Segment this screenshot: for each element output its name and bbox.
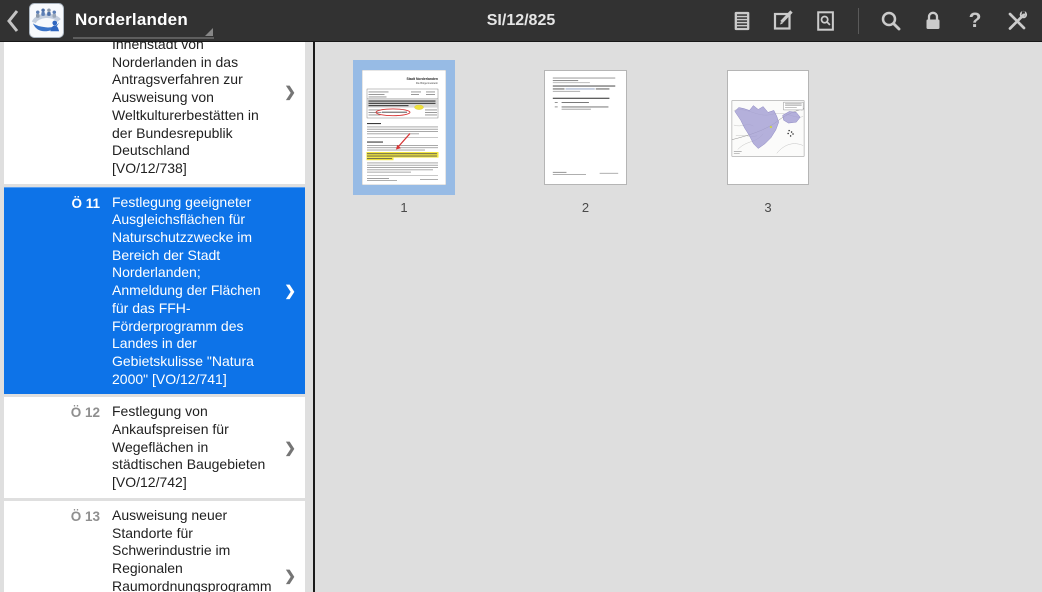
document-search-icon[interactable] xyxy=(814,9,838,33)
agenda-item-vo-12-742[interactable]: Ö 12 Festlegung von Ankaufspreisen für W… xyxy=(4,397,305,498)
chevron-right-icon: ❯ xyxy=(284,83,296,100)
back-chevron-icon xyxy=(7,9,19,32)
map-legend xyxy=(783,101,804,111)
page1-header-text: Stadt Norderlanden xyxy=(407,77,438,81)
action-bar-buttons: ? xyxy=(730,7,1042,34)
action-bar: Norderlanden SI/12/825 ? xyxy=(0,0,1042,42)
agenda-item-text: Festlegung geeigneter Ausgleichsflächen … xyxy=(112,193,261,387)
agenda-item-number xyxy=(4,42,104,178)
page-thumbnail-3: 3 xyxy=(727,60,809,215)
page-thumbnail-2: 2 xyxy=(544,60,627,215)
page-3-preview[interactable] xyxy=(727,70,809,185)
page1-subheader-text: Die Bürgermeisterin xyxy=(416,82,439,85)
chevron-right-icon: ❯ xyxy=(284,567,296,584)
agenda-item-number: Ö 11 xyxy=(71,195,100,211)
search-icon[interactable] xyxy=(879,9,903,33)
app-logo-icon[interactable] xyxy=(29,3,64,38)
page-number-label: 2 xyxy=(581,200,590,215)
agenda-item-vo-12-741-selected[interactable]: Ö 11 Festlegung geeigneter Ausgleichsflä… xyxy=(4,186,305,395)
page-thumbnails: Stadt Norderlanden Die Bürgermeisterin 1… xyxy=(315,42,1042,215)
agenda-item-number: Ö 13 xyxy=(70,508,100,524)
tools-icon[interactable] xyxy=(1005,9,1029,33)
agenda-list[interactable]: Innenstadt von Norderlanden in das Antra… xyxy=(0,42,313,592)
page-number-label: 3 xyxy=(764,200,772,215)
chevron-right-icon: ❯ xyxy=(284,439,296,456)
protocol-document-icon[interactable] xyxy=(730,9,754,33)
chevron-right-icon: ❯ xyxy=(284,282,296,299)
page-number-label: 1 xyxy=(400,200,408,215)
agenda-item-number: Ö 12 xyxy=(70,405,100,421)
document-viewer[interactable]: Stadt Norderlanden Die Bürgermeisterin 1… xyxy=(313,42,1042,592)
lock-icon[interactable] xyxy=(921,9,945,33)
agenda-item-vo-12-738[interactable]: Innenstadt von Norderlanden in das Antra… xyxy=(4,42,305,184)
action-bar-divider xyxy=(858,7,859,34)
title-spinner[interactable]: Norderlanden xyxy=(73,6,214,39)
selected-page-frame[interactable]: Stadt Norderlanden Die Bürgermeisterin xyxy=(353,60,455,195)
help-icon[interactable]: ? xyxy=(963,9,987,33)
agenda-item-text: Ausweisung neuer Standorte für Schwerind… xyxy=(112,506,272,592)
content-area: Innenstadt von Norderlanden in das Antra… xyxy=(0,42,1042,592)
page-2-preview[interactable] xyxy=(544,70,627,185)
app-title: Norderlanden xyxy=(75,10,188,29)
agenda-item-o13[interactable]: Ö 13 Ausweisung neuer Standorte für Schw… xyxy=(4,500,305,592)
page-1-preview: Stadt Norderlanden Die Bürgermeisterin xyxy=(362,70,446,185)
agenda-item-text: Innenstadt von Norderlanden in das Antra… xyxy=(112,42,259,176)
page-thumbnail-1: Stadt Norderlanden Die Bürgermeisterin 1 xyxy=(353,60,455,215)
back-button[interactable] xyxy=(0,0,28,42)
yellow-highlight xyxy=(366,152,439,158)
annotate-document-icon[interactable] xyxy=(772,9,796,33)
agenda-item-text: Festlegung von Ankaufspreisen für Wegefl… xyxy=(112,403,266,491)
